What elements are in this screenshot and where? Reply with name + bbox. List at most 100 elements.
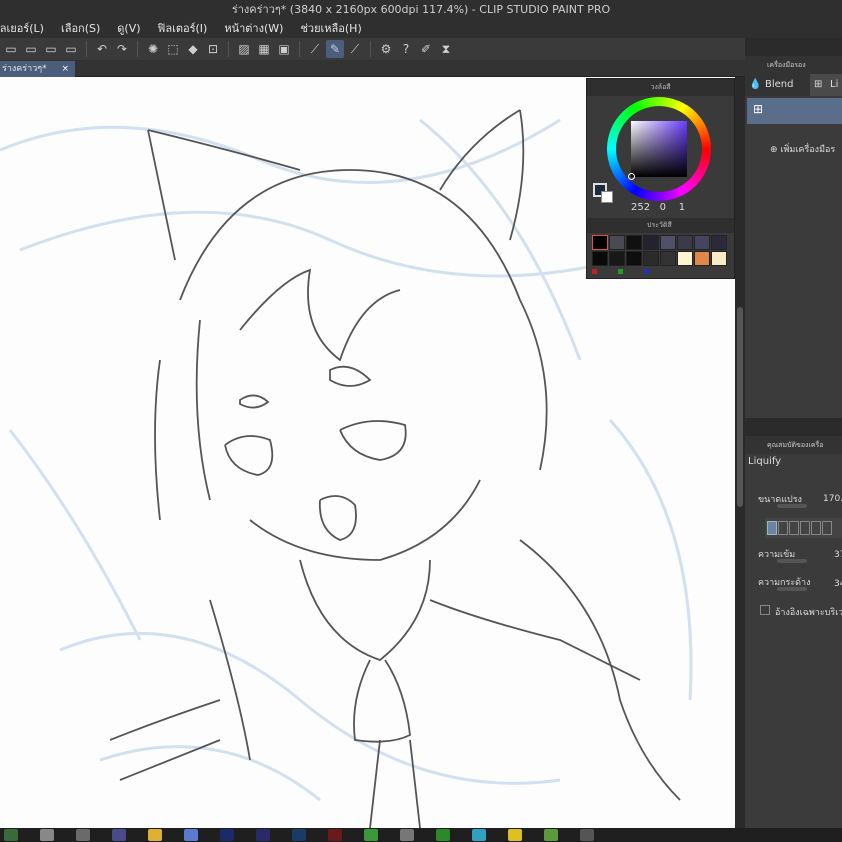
density-slider[interactable] bbox=[777, 559, 807, 563]
palette-swatch[interactable] bbox=[694, 251, 710, 266]
eraser-icon[interactable]: ✐ bbox=[417, 40, 435, 58]
taskbar-app-icon[interactable] bbox=[364, 829, 378, 841]
brush-size-value[interactable]: 170.0 bbox=[823, 494, 842, 504]
scrollbar-thumb[interactable] bbox=[737, 307, 743, 507]
taskbar-app-icon[interactable] bbox=[220, 829, 234, 841]
menu-window[interactable]: หน้าต่าง(W) bbox=[224, 20, 283, 38]
color-value-a: 252 bbox=[631, 202, 651, 213]
save-icon[interactable]: ▭ bbox=[42, 40, 60, 58]
density-value[interactable]: 37 bbox=[834, 550, 842, 560]
select-all-icon[interactable]: ✺ bbox=[144, 40, 162, 58]
taskbar-app-icon[interactable] bbox=[256, 829, 270, 841]
reference-layer-checkbox[interactable] bbox=[760, 605, 770, 615]
menu-layer[interactable]: เลเยอร์(L) bbox=[0, 20, 44, 38]
taskbar-app-icon[interactable] bbox=[76, 829, 90, 841]
palette-swatch[interactable] bbox=[643, 235, 659, 250]
save-as-icon[interactable]: ▭ bbox=[62, 40, 80, 58]
sub-color-swatch[interactable] bbox=[601, 191, 613, 203]
palette-swatch[interactable] bbox=[626, 251, 642, 266]
command-bar: ▭ ▭ ▭ ▭ ↶ ↷ ✺ ⬚ ◆ ⊡ ▨ ▦ ▣ ⟋ ✎ ⟋ ⚙ ? ✐ ⧗ bbox=[0, 38, 745, 60]
palette-swatch[interactable] bbox=[660, 235, 676, 250]
grid-icon[interactable]: ▦ bbox=[255, 40, 273, 58]
new-file-icon[interactable]: ▭ bbox=[2, 40, 20, 58]
menu-help[interactable]: ช่วยเหลือ(H) bbox=[300, 20, 361, 38]
add-sub-tool-label: เพิ่มเครื่องมือร bbox=[780, 145, 836, 155]
close-icon[interactable]: × bbox=[61, 61, 69, 77]
palette-swatch[interactable] bbox=[677, 235, 693, 250]
menu-bar: เลเยอร์(L) เลือก(S) ดู(V) ฟิลเตอร์(I) หน… bbox=[0, 20, 842, 38]
mode-twist-button[interactable] bbox=[800, 521, 810, 535]
taskbar-app-icon[interactable] bbox=[580, 829, 594, 841]
taskbar-app-icon[interactable] bbox=[472, 829, 486, 841]
sub-tool-item-liquify[interactable]: ⊞ bbox=[747, 98, 842, 124]
redo-icon[interactable]: ↷ bbox=[113, 40, 131, 58]
taskbar-app-icon[interactable] bbox=[292, 829, 306, 841]
palette-swatch[interactable] bbox=[660, 251, 676, 266]
palette-swatch[interactable] bbox=[643, 251, 659, 266]
add-sub-tool-button[interactable]: ⊕ เพิ่มเครื่องมือร bbox=[770, 142, 835, 156]
transform-icon[interactable]: ⊡ bbox=[204, 40, 222, 58]
color-cursor[interactable] bbox=[628, 173, 635, 180]
palette-swatch[interactable] bbox=[609, 235, 625, 250]
palette-swatch[interactable] bbox=[609, 251, 625, 266]
undo-icon[interactable]: ↶ bbox=[93, 40, 111, 58]
saturation-value-square[interactable] bbox=[631, 121, 687, 177]
settings-icon[interactable] bbox=[40, 829, 54, 841]
tab-blend[interactable]: 💧 Blend bbox=[745, 74, 810, 96]
mode-left-button[interactable] bbox=[811, 521, 821, 535]
taskbar-app-icon[interactable] bbox=[508, 829, 522, 841]
toolbar-divider bbox=[299, 41, 300, 57]
os-taskbar bbox=[0, 828, 842, 842]
color-wheel-panel: วงล้อสี 252 0 1 ประวัติสี bbox=[586, 78, 735, 279]
palette-swatch[interactable] bbox=[626, 235, 642, 250]
mode-pinch-button[interactable] bbox=[789, 521, 799, 535]
palette-swatch[interactable] bbox=[592, 251, 608, 266]
tool-property-tab[interactable]: คุณสมบัติของเครื่อ bbox=[745, 436, 842, 454]
menu-view[interactable]: ดู(V) bbox=[117, 20, 140, 38]
settings-icon[interactable]: ⚙ bbox=[377, 40, 395, 58]
line-icon[interactable]: ⟋ bbox=[346, 40, 364, 58]
tab-liquify[interactable]: ⊞ Li bbox=[810, 74, 842, 96]
palette-swatch[interactable] bbox=[711, 235, 727, 250]
clear-icon[interactable]: ⧗ bbox=[437, 40, 455, 58]
mode-expand-button[interactable] bbox=[778, 521, 788, 535]
ruler-icon[interactable]: ▨ bbox=[235, 40, 253, 58]
taskbar-app-icon[interactable] bbox=[544, 829, 558, 841]
mode-right-button[interactable] bbox=[822, 521, 832, 535]
taskbar-app-icon[interactable] bbox=[400, 829, 414, 841]
frame-icon[interactable]: ▣ bbox=[275, 40, 293, 58]
sub-tool-tab[interactable]: เครื่องมือรอง bbox=[745, 56, 842, 74]
fill-icon[interactable]: ◆ bbox=[184, 40, 202, 58]
hardness-slider[interactable] bbox=[777, 587, 807, 591]
document-tab[interactable]: ร่างคร่าวๆ* × bbox=[0, 61, 75, 77]
snap-icon[interactable]: ⟋ bbox=[306, 40, 324, 58]
panel-divider bbox=[745, 418, 842, 436]
palette-swatch[interactable] bbox=[592, 235, 608, 250]
panel-header bbox=[745, 38, 842, 56]
brush-size-slider[interactable] bbox=[777, 504, 807, 508]
toolbar-divider bbox=[137, 41, 138, 57]
canvas-scrollbar[interactable] bbox=[735, 77, 745, 828]
taskbar-app-icon[interactable] bbox=[184, 829, 198, 841]
sub-tool-tabs: 💧 Blend ⊞ Li bbox=[745, 74, 842, 96]
taskbar-app-icon[interactable] bbox=[328, 829, 342, 841]
color-value-c: 1 bbox=[678, 202, 686, 213]
taskbar-app-icon[interactable] bbox=[4, 829, 18, 841]
toolbar-divider bbox=[86, 41, 87, 57]
help-icon[interactable]: ? bbox=[397, 40, 415, 58]
open-icon[interactable]: ▭ bbox=[22, 40, 40, 58]
menu-filter[interactable]: ฟิลเตอร์(I) bbox=[158, 20, 208, 38]
taskbar-app-icon[interactable] bbox=[436, 829, 450, 841]
plus-icon: ⊕ bbox=[770, 145, 781, 155]
palette-swatch[interactable] bbox=[694, 235, 710, 250]
toolbar-divider bbox=[228, 41, 229, 57]
folder-icon[interactable] bbox=[148, 829, 162, 841]
mode-push-button[interactable] bbox=[767, 521, 777, 535]
pen-icon[interactable]: ✎ bbox=[326, 40, 344, 58]
palette-swatch[interactable] bbox=[677, 251, 693, 266]
hardness-value[interactable]: 34 bbox=[834, 579, 842, 589]
menu-select[interactable]: เลือก(S) bbox=[61, 20, 100, 38]
deselect-icon[interactable]: ⬚ bbox=[164, 40, 182, 58]
palette-swatch[interactable] bbox=[711, 251, 727, 266]
taskbar-app-icon[interactable] bbox=[112, 829, 126, 841]
